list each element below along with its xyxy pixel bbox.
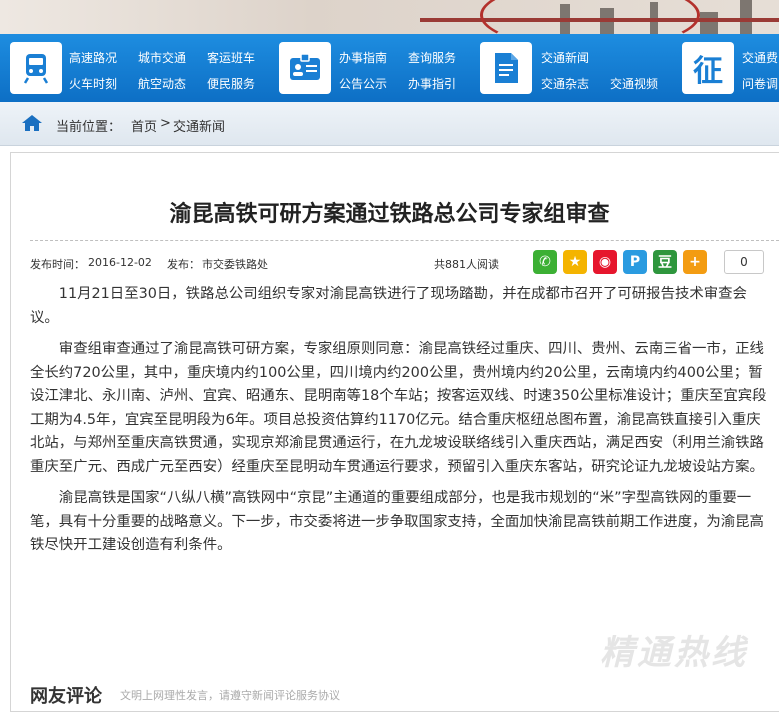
nav-link-services[interactable]: 便民服务 bbox=[207, 75, 255, 92]
comments-note: 文明上网理性发言，请遵守新闻评论服务协议 bbox=[120, 689, 340, 702]
title-divider bbox=[30, 240, 779, 241]
nav-link-survey[interactable]: 问卷调 bbox=[742, 75, 778, 92]
levy-icon-text: 征 bbox=[693, 54, 723, 89]
article-paragraph: 11月21日至30日，铁路总公司组织专家对渝昆高铁进行了现场踏勘，并在成都市召开… bbox=[30, 286, 747, 326]
qzone-share-icon[interactable]: ★ bbox=[563, 250, 587, 274]
train-icon[interactable] bbox=[10, 42, 62, 94]
nav-link-city-traffic[interactable]: 城市交通 bbox=[138, 49, 186, 66]
breadcrumb-prefix: 当前位置： bbox=[56, 120, 122, 135]
nav-link-highway[interactable]: 高速路况 bbox=[69, 49, 117, 66]
douban-share-icon[interactable]: 豆 bbox=[653, 250, 677, 274]
nav-link-bus[interactable]: 客运班车 bbox=[207, 49, 255, 66]
nav-link-directions[interactable]: 办事指引 bbox=[408, 75, 456, 92]
share-count: 0 bbox=[724, 250, 764, 274]
header-banner bbox=[0, 0, 779, 34]
id-card-icon[interactable] bbox=[279, 42, 331, 94]
nav-link-video[interactable]: 交通视频 bbox=[610, 75, 658, 92]
wechat-share-icon[interactable]: ✆ bbox=[533, 250, 557, 274]
main-nav: 高速路况 城市交通 客运班车 火车时刻 航空动态 便民服务 办事指南 查询服务 … bbox=[0, 34, 779, 102]
nav-link-news[interactable]: 交通新闻 bbox=[541, 49, 589, 66]
levy-icon[interactable]: 征 bbox=[682, 42, 734, 94]
nav-link-guide[interactable]: 办事指南 bbox=[339, 49, 387, 66]
source-name: 市交委铁路处 bbox=[202, 258, 268, 271]
breadcrumb-home[interactable]: 首页 bbox=[131, 116, 157, 135]
nav-link-train-times[interactable]: 火车时刻 bbox=[69, 75, 117, 92]
source-label: 发布： bbox=[167, 258, 200, 271]
read-count: 共881人阅读 bbox=[434, 258, 499, 271]
article-title: 渝昆高铁可研方案通过铁路总公司专家组审查 bbox=[169, 202, 610, 227]
nav-link-fees[interactable]: 交通费 bbox=[742, 49, 778, 66]
breadcrumb-current[interactable]: 交通新闻 bbox=[173, 116, 225, 135]
tencent-weibo-share-icon[interactable]: P bbox=[623, 250, 647, 274]
nav-link-magazine[interactable]: 交通杂志 bbox=[541, 75, 589, 92]
more-share-icon[interactable]: + bbox=[683, 250, 707, 274]
document-icon[interactable] bbox=[480, 42, 532, 94]
home-icon[interactable] bbox=[21, 114, 43, 136]
publish-date: 2016-12-02 bbox=[88, 256, 152, 269]
breadcrumb: 当前位置： 首页 > 交通新闻 bbox=[0, 102, 779, 146]
article-paragraph: 渝昆高铁是国家“八纵八横”高铁网中“京昆”主通道的重要组成部分，也是我市规划的“… bbox=[30, 490, 764, 553]
nav-link-flights[interactable]: 航空动态 bbox=[138, 75, 186, 92]
nav-link-notices[interactable]: 公告公示 bbox=[339, 75, 387, 92]
article-paragraph: 审查组审查通过了渝昆高铁可研方案，专家组原则同意：渝昆高铁经过重庆、四川、贵州、… bbox=[30, 341, 767, 475]
article-body: 11月21日至30日，铁路总公司组织专家对渝昆高铁进行了现场踏勘，并在成都市召开… bbox=[30, 283, 770, 566]
comments-title: 网友评论 bbox=[30, 686, 102, 707]
nav-link-query[interactable]: 查询服务 bbox=[408, 49, 456, 66]
weibo-share-icon[interactable]: ◉ bbox=[593, 250, 617, 274]
publish-label: 发布时间： bbox=[30, 258, 85, 271]
breadcrumb-separator: > bbox=[160, 116, 171, 131]
watermark: 精通热线 bbox=[600, 633, 748, 673]
